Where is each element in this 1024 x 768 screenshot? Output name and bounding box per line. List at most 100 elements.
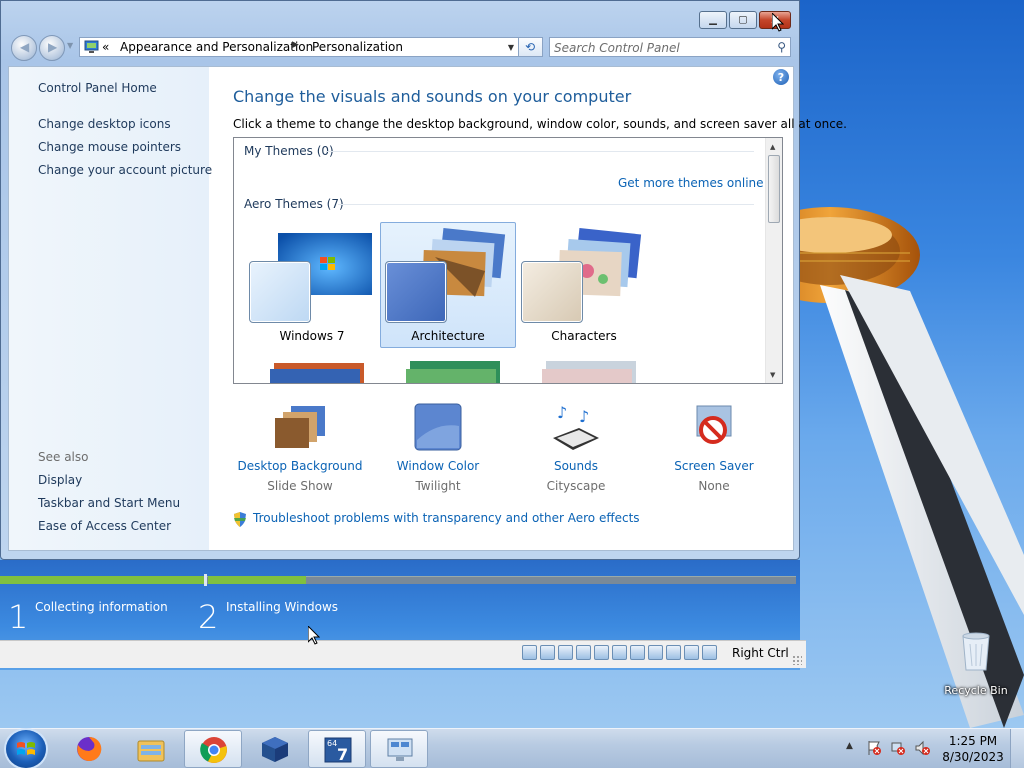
start-button[interactable]	[6, 730, 46, 768]
cpu-icon[interactable]	[666, 645, 681, 660]
display-link[interactable]: Display	[38, 473, 82, 487]
navigation-bar: ◀ ▶ ▼ « Appearance and Personalization ▶…	[9, 33, 793, 61]
window-color-setting[interactable]: Window Color Twilight	[373, 402, 503, 497]
theme-architecture[interactable]: Architecture	[380, 222, 516, 348]
setting-name: Screen Saver	[674, 459, 754, 473]
help-icon[interactable]: ?	[773, 69, 789, 85]
search-input[interactable]	[554, 40, 764, 55]
change-desktop-icons-link[interactable]: Change desktop icons	[38, 117, 171, 131]
change-account-picture-link[interactable]: Change your account picture	[38, 163, 212, 177]
breadcrumb-personalization[interactable]: Personalization	[312, 40, 403, 54]
shared-folders-icon[interactable]	[612, 645, 627, 660]
screen-saver-setting[interactable]: Screen Saver None	[649, 402, 779, 497]
resize-grip[interactable]	[792, 655, 802, 665]
scroll-up-icon[interactable]: ▲	[770, 143, 775, 151]
taskbar-file-explorer[interactable]	[122, 730, 180, 768]
setup-step-number: 1	[8, 598, 29, 636]
control-panel-home-link[interactable]: Control Panel Home	[38, 81, 157, 95]
troubleshoot-link-label: Troubleshoot problems with transparency …	[253, 511, 640, 525]
address-bar[interactable]: « Appearance and Personalization ▶ Perso…	[79, 37, 519, 57]
minimize-button[interactable]: ▁	[699, 11, 727, 29]
breadcrumb-separator-icon[interactable]: ▶	[292, 40, 299, 50]
desktop-background-setting[interactable]: Desktop Background Slide Show	[235, 402, 365, 497]
forward-button[interactable]: ▶	[39, 35, 65, 61]
address-overflow-chevron[interactable]: «	[102, 40, 109, 54]
taskbar-start-menu-link[interactable]: Taskbar and Start Menu	[38, 496, 180, 510]
show-hidden-icons-icon[interactable]: ▲	[846, 741, 853, 751]
system-clock[interactable]: 1:25 PM 8/30/2023	[940, 733, 1006, 765]
mouse-integration-icon[interactable]	[684, 645, 699, 660]
recent-pages-dropdown-icon[interactable]: ▼	[67, 41, 73, 50]
page-title: Change the visuals and sounds on your co…	[233, 87, 632, 106]
desktop-background-icon	[275, 406, 325, 448]
themes-scrollbar[interactable]: ▲ ▼	[765, 138, 782, 383]
show-desktop-button[interactable]	[1010, 729, 1024, 768]
aero-themes-heading[interactable]: Aero Themes (7)	[244, 197, 344, 211]
audio-icon[interactable]	[558, 645, 573, 660]
windows7-64-vm-icon: 64 7	[324, 737, 352, 764]
display-icon[interactable]	[630, 645, 645, 660]
uac-shield-icon	[234, 512, 246, 527]
address-history-dropdown-icon[interactable]: ▼	[508, 43, 514, 52]
sounds-setting[interactable]: ♪ ♪ Sounds Cityscape	[511, 402, 641, 497]
search-icon[interactable]: ⚲	[777, 40, 786, 54]
setting-name: Sounds	[553, 459, 599, 473]
network-tray-icon[interactable]	[890, 740, 906, 756]
setup-progress-divider	[204, 574, 207, 586]
taskbar: 64 7 ▲ 1:25 PM 8/30/2023	[0, 728, 1024, 768]
screen-saver-icon	[696, 405, 732, 444]
volume-tray-icon[interactable]	[914, 740, 930, 756]
taskbar-firefox[interactable]	[60, 730, 118, 768]
refresh-button[interactable]: ⟲	[519, 37, 543, 57]
theme-thumbnail-partial[interactable]	[270, 353, 366, 384]
client-area: Control Panel Home Change desktop icons …	[8, 66, 847, 551]
recycle-bin-icon	[962, 632, 990, 671]
theme-thumbnail-partial[interactable]	[406, 353, 502, 384]
minimize-icon: ▁	[709, 14, 717, 26]
theme-windows-7[interactable]: Windows 7	[244, 222, 380, 348]
control-panel-icon	[84, 40, 99, 53]
setting-value: Cityscape	[546, 479, 606, 493]
theme-label: Characters	[551, 329, 617, 343]
sounds-icon: ♪ ♪	[553, 403, 599, 450]
taskbar-remote-desktop[interactable]	[370, 730, 428, 768]
setting-name: Window Color	[396, 459, 480, 473]
scrollbar-thumb[interactable]	[768, 155, 780, 223]
video-capture-icon[interactable]	[648, 645, 663, 660]
taskbar-windows7-vm[interactable]: 64 7	[308, 730, 366, 768]
network-icon[interactable]	[576, 645, 591, 660]
search-box[interactable]: ⚲	[549, 37, 791, 57]
maximize-button[interactable]: ▢	[729, 11, 757, 29]
svg-text:7: 7	[337, 745, 348, 764]
setup-step-label: Collecting information	[35, 600, 168, 614]
breadcrumb-appearance-personalization[interactable]: Appearance and Personalization	[120, 40, 313, 54]
setup-step-label: Installing Windows	[226, 600, 339, 614]
usb-icon[interactable]	[594, 645, 609, 660]
theme-characters[interactable]: Characters	[516, 222, 652, 348]
host-key-label: Right Ctrl	[732, 646, 789, 660]
window-color-swatch	[385, 261, 447, 323]
recycle-bin-shortcut[interactable]: Recycle Bin	[938, 630, 1014, 700]
action-center-flag-icon[interactable]	[866, 740, 882, 756]
themes-list[interactable]: My Themes (0) Get more themes online Aer…	[233, 137, 783, 384]
taskbar-chrome[interactable]	[184, 730, 242, 768]
scroll-down-icon[interactable]: ▼	[770, 371, 775, 379]
back-button[interactable]: ◀	[11, 35, 37, 61]
my-themes-heading[interactable]: My Themes (0)	[244, 144, 334, 158]
optical-drive-icon[interactable]	[540, 645, 555, 660]
get-more-themes-link[interactable]: Get more themes online	[618, 176, 764, 190]
theme-thumbnail-partial[interactable]	[542, 353, 638, 384]
clock-time: 1:25 PM	[948, 734, 998, 748]
taskbar-virtualbox[interactable]	[246, 730, 304, 768]
hard-disk-icon[interactable]	[522, 645, 537, 660]
back-arrow-icon: ◀	[20, 40, 30, 54]
file-explorer-icon	[137, 740, 165, 762]
ease-of-access-link[interactable]: Ease of Access Center	[38, 519, 171, 533]
main-content: ? Change the visuals and sounds on your …	[209, 67, 847, 550]
keyboard-capture-icon[interactable]	[702, 645, 717, 660]
setting-value: Twilight	[415, 479, 461, 493]
setup-progress-step2	[208, 576, 306, 584]
setting-name: Desktop Background	[237, 459, 363, 473]
group-divider	[338, 204, 754, 205]
change-mouse-pointers-link[interactable]: Change mouse pointers	[38, 140, 181, 154]
